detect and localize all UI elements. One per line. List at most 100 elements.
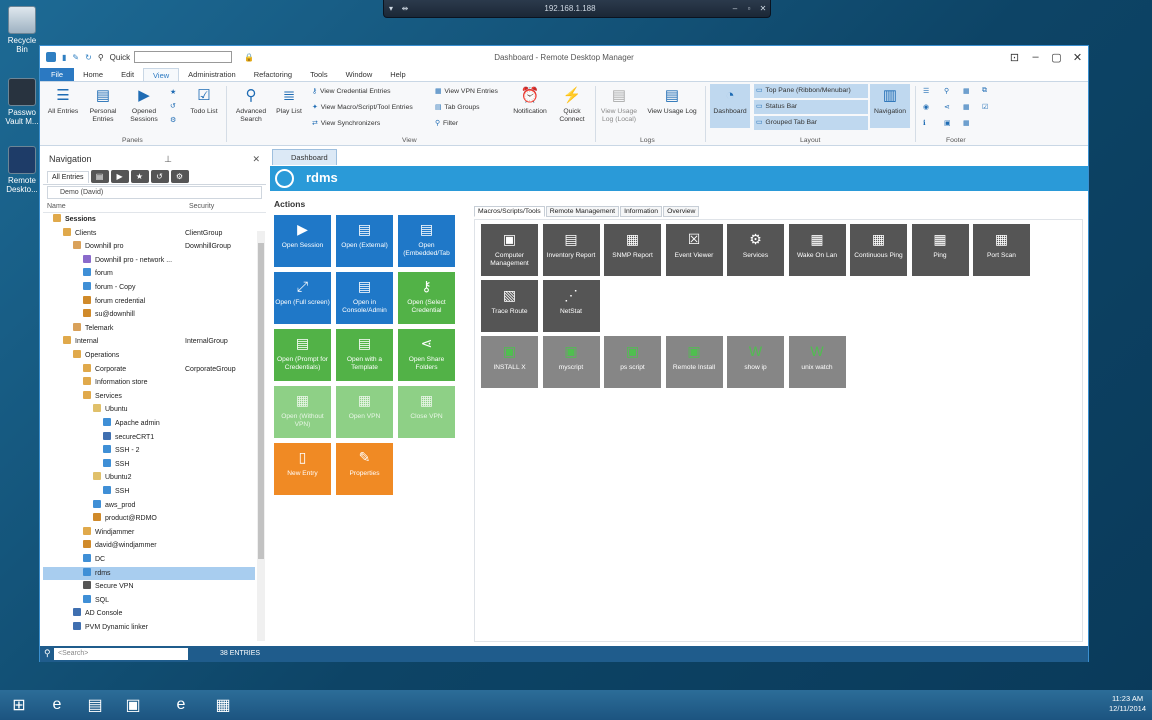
favorites-icon[interactable]: ★ <box>170 88 179 96</box>
advanced-search-button[interactable]: ⚲ Advanced Search <box>230 86 272 124</box>
help-icon[interactable]: ⊡ <box>1004 51 1025 64</box>
tab-dashboard[interactable]: Dashboard <box>272 149 337 165</box>
tree-item[interactable]: Downhill pro - network ... <box>43 254 255 268</box>
tree-item[interactable]: Information store <box>43 376 255 390</box>
save-icon[interactable]: ▮ <box>62 53 66 62</box>
close-button[interactable]: ✕ <box>1067 51 1088 64</box>
search-input[interactable]: <Search> <box>54 648 188 660</box>
tool-tile[interactable]: ▧ Trace Route <box>481 280 538 332</box>
lock-icon[interactable]: 🔒 <box>244 53 254 62</box>
tool-tile[interactable]: ▦ Wake On Lan <box>788 224 846 276</box>
action-tile[interactable]: ⤢ Open (Full screen) <box>274 272 331 324</box>
action-tile[interactable]: ▤ Open (Embedded/Tab <box>398 215 455 267</box>
quick-connect-button[interactable]: ⚡ Quick Connect <box>552 86 592 124</box>
star-tab-icon[interactable]: ★ <box>130 170 149 183</box>
tool-tile[interactable]: ⚙ Services <box>727 224 784 276</box>
column-name[interactable]: Name <box>43 200 185 212</box>
tree-item[interactable]: SSH - 2 <box>43 444 255 458</box>
tree-item[interactable]: Telemark <box>43 322 255 336</box>
tree-item[interactable]: rdms <box>43 566 255 581</box>
close-icon[interactable]: ✕ <box>756 4 770 13</box>
edit-icon[interactable]: ✎ <box>72 53 79 62</box>
store-icon[interactable]: ▣ <box>116 692 150 718</box>
script-tile[interactable]: Wunix watch <box>788 336 846 388</box>
tool-tile[interactable]: ▣ Computer Management <box>481 224 538 276</box>
tree-item[interactable]: Clients ClientGroup <box>43 227 255 241</box>
vault-selector[interactable]: Demo (David) <box>47 186 262 199</box>
panel-tab[interactable]: Macros/Scripts/Tools <box>474 206 545 217</box>
minimize-button[interactable]: – <box>1025 51 1046 64</box>
personal-entries-button[interactable]: ▤ Personal Entries <box>84 86 122 124</box>
tab-groups[interactable]: ▤ Tab Groups <box>435 103 480 111</box>
action-tile[interactable]: ▶ Open Session <box>274 215 331 267</box>
todo-list-button[interactable]: ☑ Todo List <box>186 86 222 116</box>
history-icon[interactable]: ↺ <box>170 102 179 110</box>
footer-table-icon[interactable]: ▦ <box>963 119 972 127</box>
history-tab-icon[interactable]: ↺ <box>150 170 169 183</box>
settings-icon[interactable]: ⚙ <box>170 116 179 124</box>
tool-tile[interactable]: ▤ Inventory Report <box>542 224 600 276</box>
menu-window[interactable]: Window <box>337 68 382 81</box>
recycle-bin-icon[interactable]: Recycle Bin <box>2 6 42 54</box>
panel-tab[interactable]: Overview <box>663 206 700 217</box>
tree-item[interactable]: SSH <box>43 458 255 472</box>
play-tab-icon[interactable]: ▶ <box>110 170 129 183</box>
script-tile[interactable]: ▣ Remote Install <box>665 336 723 388</box>
tree-item[interactable]: Windjammer <box>43 526 255 540</box>
menu-file[interactable]: File <box>40 68 75 81</box>
gear-tab-icon[interactable]: ⚙ <box>170 170 189 183</box>
opened-sessions-button[interactable]: ▶ Opened Sessions <box>124 86 164 124</box>
action-tile[interactable]: ✎ Properties <box>336 443 393 495</box>
tree-item[interactable]: forum - Copy <box>43 281 255 295</box>
play-list-button[interactable]: ≣ Play List <box>272 86 306 116</box>
pin-icon[interactable]: ▾ <box>384 4 398 13</box>
menu-edit[interactable]: Edit <box>112 68 143 81</box>
all-entries-button[interactable]: ☰ All Entries <box>44 86 82 116</box>
view-credential-entries[interactable]: ⚷ View Credential Entries <box>312 87 391 95</box>
tree-item[interactable]: Apache admin <box>43 417 255 431</box>
action-tile[interactable]: ⚷ Open (Select Credential <box>398 272 455 324</box>
close-icon[interactable]: ✕ <box>252 154 260 165</box>
tree-item[interactable]: SQL <box>43 594 255 608</box>
menu-home[interactable]: Home <box>74 68 112 81</box>
view-vpn-entries[interactable]: ▦ View VPN Entries <box>435 87 498 95</box>
action-tile[interactable]: ⋖ Open Share Folders <box>398 329 455 381</box>
view-usage-log-button[interactable]: ▤ View Usage Log <box>644 86 700 116</box>
maximize-button[interactable]: ▢ <box>1046 51 1067 64</box>
menu-view[interactable]: View <box>143 68 180 81</box>
tree-item[interactable]: Downhill pro DownhillGroup <box>43 240 255 254</box>
tree-item[interactable]: su@downhill <box>43 308 255 322</box>
action-tile[interactable]: ▤ Open in Console/Admin <box>336 272 393 324</box>
tree-item[interactable]: Corporate CorporateGroup <box>43 363 255 377</box>
menu-refactoring[interactable]: Refactoring <box>245 68 301 81</box>
action-tile[interactable]: ▤ Open (External) <box>336 215 393 267</box>
remote-desktop-manager-icon[interactable]: ▦ <box>206 692 240 718</box>
top-pane-toggle[interactable]: ▭ Top Pane (Ribbon/Menubar) <box>754 84 868 98</box>
tree-item[interactable]: AD Console <box>43 607 255 621</box>
tree-item[interactable]: PVM Dynamic linker <box>43 621 255 635</box>
tree-item[interactable]: secureCRT1 <box>43 431 255 445</box>
panel-tab[interactable]: Remote Management <box>545 206 620 217</box>
footer-db-icon[interactable]: ◉ <box>923 103 932 111</box>
tree-item[interactable]: Internal InternalGroup <box>43 335 255 349</box>
grouped-tab-bar-toggle[interactable]: ▭ Grouped Tab Bar <box>754 116 868 130</box>
tree-item[interactable]: product@RDMO <box>43 512 255 526</box>
tree-item[interactable]: aws_prod <box>43 499 255 513</box>
script-tile[interactable]: ▣ ps script <box>604 336 661 388</box>
tool-tile[interactable]: ⋰ NetStat <box>542 280 600 332</box>
password-vault-icon[interactable]: Passwo Vault M... <box>2 78 42 126</box>
tree-item[interactable]: Sessions <box>43 213 255 227</box>
minimize-icon[interactable]: – <box>728 4 742 13</box>
panel-tab[interactable]: Information <box>620 206 663 217</box>
menu-tools[interactable]: Tools <box>301 68 337 81</box>
tool-tile[interactable]: ☒ Event Viewer <box>665 224 723 276</box>
column-security[interactable]: Security <box>185 200 214 212</box>
action-tile[interactable]: ▤ Open with a Template <box>336 329 393 381</box>
tool-tile[interactable]: ▦ Port Scan <box>973 224 1030 276</box>
filter[interactable]: ⚲ Filter <box>435 119 458 127</box>
tool-tile[interactable]: ▦ Continuous Ping <box>850 224 907 276</box>
scrollbar-thumb[interactable] <box>258 243 264 559</box>
action-tile[interactable]: ▦ Close VPN <box>398 386 455 438</box>
tree-item[interactable]: david@windjammer <box>43 539 255 553</box>
file-explorer-icon[interactable]: ▤ <box>78 692 112 718</box>
